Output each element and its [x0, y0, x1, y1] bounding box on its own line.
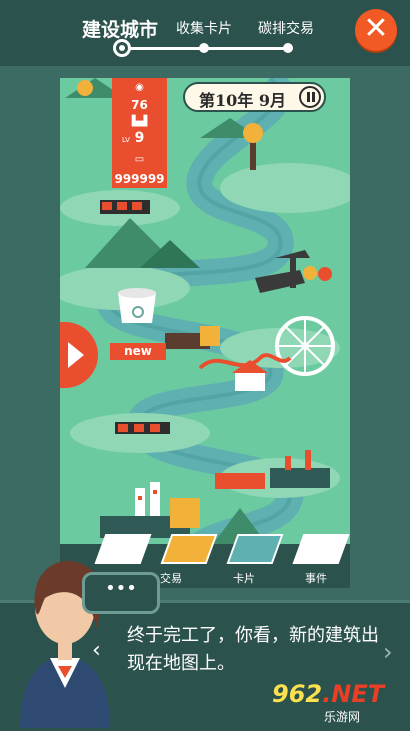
date-text: 第10年 9月 [199, 91, 286, 110]
city-icon: ▙▟ [131, 116, 148, 127]
watermark-prefix: 962 [272, 680, 323, 708]
tab-collect-cards[interactable]: 收集卡片 [176, 18, 232, 38]
chat-bubble: ••• [82, 572, 160, 614]
progress-dot [199, 43, 209, 53]
map-illustration [60, 78, 350, 588]
money-icon: ▭ [134, 154, 145, 165]
menu-trade[interactable]: 交易 [160, 570, 182, 586]
date-display: 第10年 9月 [183, 82, 326, 112]
stats-ribbon: ◉ 76 ▙▟ LV 9 ▭ 999999 [112, 78, 167, 188]
watermark-sub: 乐游网 [324, 710, 361, 724]
city-map[interactable] [60, 78, 350, 588]
watermark-logo: 962.NET [272, 680, 384, 708]
dialog-text: 终于完工了，你看，新的建筑出现在地图上。 [127, 625, 379, 674]
menu-events[interactable]: 事件 [305, 570, 327, 586]
site-watermark: 962.NET 乐游网 [272, 680, 406, 724]
level-value: 9 [134, 130, 145, 146]
chevron-right-icon: › [383, 638, 393, 666]
money-value: 999999 [114, 172, 165, 186]
dialog-next-button[interactable]: › [383, 638, 393, 666]
satisfaction-value: 76 [131, 98, 148, 112]
advisor-avatar [20, 560, 110, 728]
progress-dot-active [113, 39, 131, 57]
close-icon: ✕ [363, 11, 389, 46]
card-deck-icon [160, 534, 218, 564]
new-building-badge: new [110, 343, 166, 360]
chevron-left-icon: ‹ [92, 638, 101, 663]
close-button[interactable]: ✕ [355, 9, 397, 51]
event-card-icon [292, 534, 350, 564]
chat-bubble-dots: ••• [105, 578, 137, 599]
tab-build-city[interactable]: 建设城市 [82, 15, 158, 42]
watermark-suffix: .NET [322, 680, 385, 708]
tab-carbon-trade[interactable]: 碳排交易 [258, 18, 314, 38]
satisfaction-icon: ◉ [135, 82, 144, 93]
card-collection-icon [226, 534, 284, 564]
dialog-prev-button[interactable]: ‹ [92, 638, 101, 663]
menu-cards[interactable]: 卡片 [233, 570, 255, 586]
pause-button[interactable] [299, 86, 321, 108]
progress-dot [283, 43, 293, 53]
